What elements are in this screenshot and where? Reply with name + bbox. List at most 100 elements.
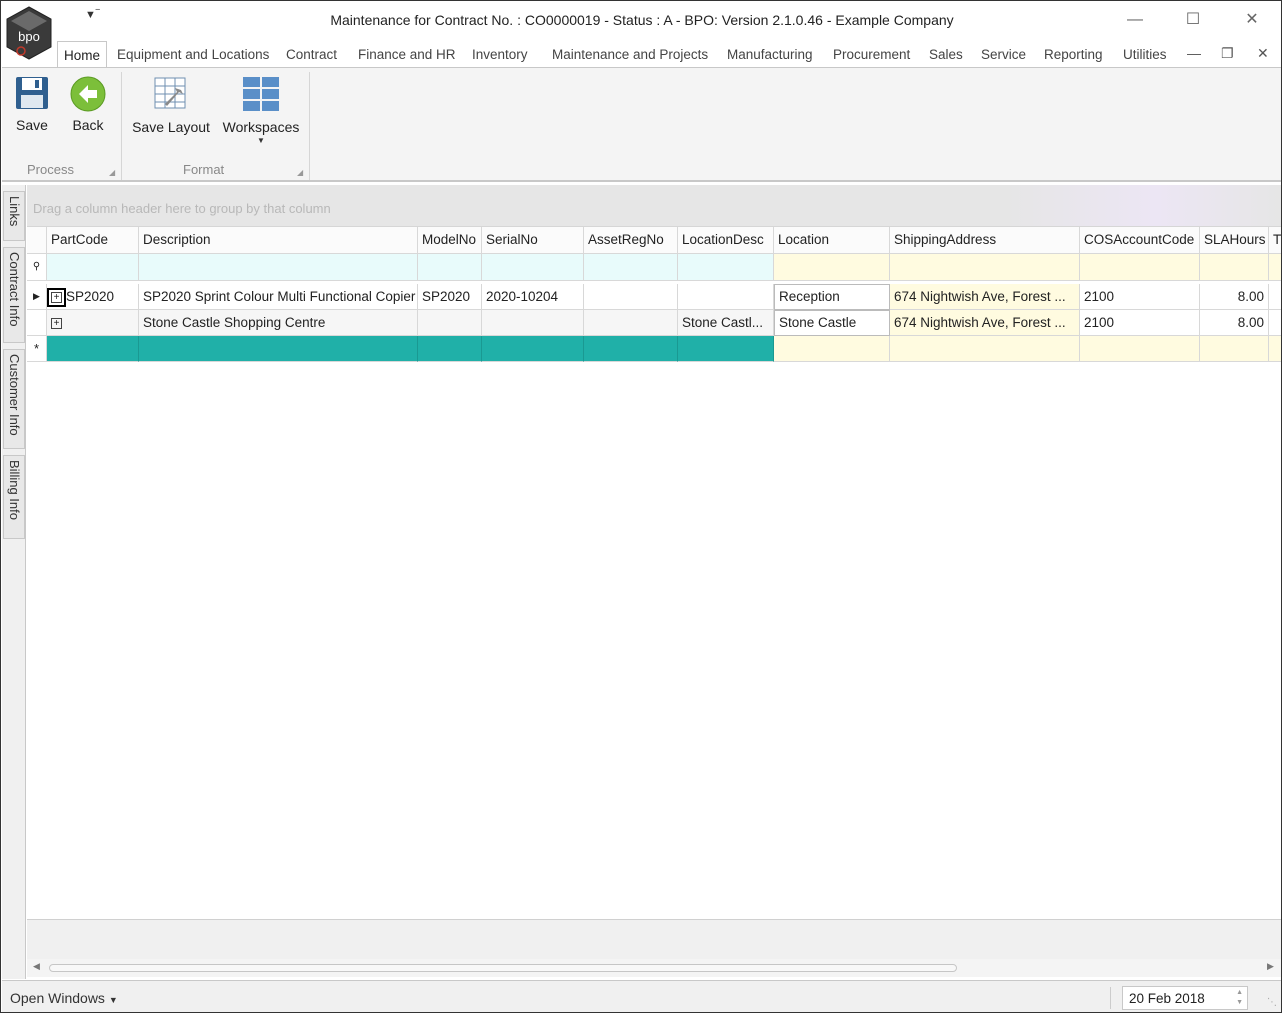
tab-utilities[interactable]: Utilities <box>1123 47 1167 62</box>
new-cell-serialno[interactable] <box>482 336 584 362</box>
workspaces-button[interactable]: Workspaces ▼ <box>222 76 300 145</box>
cell-truncated[interactable] <box>1269 284 1281 310</box>
filter-cell-locationdesc[interactable] <box>678 254 774 281</box>
cell-truncated[interactable] <box>1269 310 1281 336</box>
back-button[interactable]: Back <box>68 76 108 133</box>
filter-cell-assetregno[interactable] <box>584 254 678 281</box>
tab-sales[interactable]: Sales <box>929 47 963 62</box>
filter-cell-location[interactable] <box>774 254 890 281</box>
new-cell-truncated[interactable] <box>1269 336 1281 362</box>
column-header-shippingaddress[interactable]: ShippingAddress <box>890 227 1080 254</box>
scroll-left-icon[interactable]: ◀ <box>33 961 40 972</box>
filter-cell-modelno[interactable] <box>418 254 482 281</box>
minimize-icon[interactable]: — <box>1120 7 1150 33</box>
column-header-slahours[interactable]: SLAHours <box>1200 227 1269 254</box>
cell-cosaccountcode[interactable]: 2100 <box>1080 310 1200 336</box>
open-windows-dropdown-icon: ▼ <box>108 995 118 1005</box>
save-layout-button[interactable]: Save Layout <box>132 76 210 135</box>
new-cell-slahours[interactable] <box>1200 336 1269 362</box>
new-cell-modelno[interactable] <box>418 336 482 362</box>
cell-slahours[interactable]: 8.00 <box>1200 310 1269 336</box>
side-tab-billing-info[interactable]: Billing Info <box>3 455 25 539</box>
filter-cell-serialno[interactable] <box>482 254 584 281</box>
tab-manufacturing[interactable]: Manufacturing <box>727 47 813 62</box>
column-header-location[interactable]: Location <box>774 227 890 254</box>
expand-row-icon[interactable]: + <box>51 317 62 329</box>
filter-cell-shippingaddress[interactable] <box>890 254 1080 281</box>
tab-reporting[interactable]: Reporting <box>1044 47 1103 62</box>
cell-modelno[interactable]: SP2020 <box>418 284 482 310</box>
tab-contract[interactable]: Contract <box>286 47 337 62</box>
tab-maintenance-and-projects[interactable]: Maintenance and Projects <box>552 47 708 62</box>
side-tab-contract-info[interactable]: Contract Info <box>3 247 25 343</box>
cell-locationdesc[interactable] <box>678 284 774 310</box>
tab-equipment-and-locations[interactable]: Equipment and Locations <box>117 47 269 62</box>
format-group-launcher-icon[interactable]: ◢ <box>297 168 303 177</box>
column-header-description[interactable]: Description <box>139 227 418 254</box>
tab-finance-and-hr[interactable]: Finance and HR <box>358 47 456 62</box>
tab-inventory[interactable]: Inventory <box>472 47 528 62</box>
cell-partcode[interactable]: + SP2020 <box>47 284 139 310</box>
new-cell-description[interactable] <box>139 336 418 362</box>
column-header-assetregno[interactable]: AssetRegNo <box>584 227 678 254</box>
cell-cosaccountcode[interactable]: 2100 <box>1080 284 1200 310</box>
new-cell-locationdesc[interactable] <box>678 336 774 362</box>
tab-service[interactable]: Service <box>981 47 1026 62</box>
new-cell-location[interactable] <box>774 336 890 362</box>
date-field[interactable]: 20 Feb 2018 ▲ ▼ <box>1122 986 1248 1010</box>
cell-shippingaddress[interactable]: 674 Nightwish Ave, Forest ... <box>890 284 1080 310</box>
cell-description[interactable]: Stone Castle Shopping Centre <box>139 310 418 336</box>
date-spinner-icon[interactable]: ▲ ▼ <box>1236 988 1243 1008</box>
cell-serialno[interactable]: 2020-10204 <box>482 284 584 310</box>
filter-cell-cosaccountcode[interactable] <box>1080 254 1200 281</box>
table-row[interactable]: + Stone Castle Shopping Centre Stone Cas… <box>27 310 1281 336</box>
column-header-truncated[interactable]: T <box>1269 227 1281 254</box>
new-cell-partcode[interactable] <box>47 336 139 362</box>
mdi-minimize-icon[interactable]: — <box>1187 45 1201 61</box>
column-header-partcode[interactable]: PartCode <box>47 227 139 254</box>
cell-location[interactable]: Reception <box>774 284 890 310</box>
filter-icon: ⚲ <box>27 254 47 281</box>
cell-locationdesc[interactable]: Stone Castl... <box>678 310 774 336</box>
horizontal-scrollbar[interactable]: ◀ ▶ <box>27 959 1281 977</box>
expand-row-icon[interactable]: + <box>47 287 66 307</box>
filter-cell-slahours[interactable] <box>1200 254 1269 281</box>
new-item-row[interactable]: * <box>27 336 1281 362</box>
cell-shippingaddress[interactable]: 674 Nightwish Ave, Forest ... <box>890 310 1080 336</box>
scroll-right-icon[interactable]: ▶ <box>1267 961 1274 972</box>
grid-header-row: PartCode Description ModelNo SerialNo As… <box>27 227 1281 254</box>
column-header-locationdesc[interactable]: LocationDesc <box>678 227 774 254</box>
tab-home[interactable]: Home <box>57 41 108 68</box>
group-by-panel[interactable]: Drag a column header here to group by th… <box>27 185 1281 227</box>
save-button[interactable]: Save <box>12 76 52 133</box>
filter-cell-description[interactable] <box>139 254 418 281</box>
column-header-cosaccountcode[interactable]: COSAccountCode <box>1080 227 1200 254</box>
open-windows-button[interactable]: Open Windows ▼ <box>10 990 118 1006</box>
side-tab-links[interactable]: Links <box>3 191 25 241</box>
cell-modelno[interactable] <box>418 310 482 336</box>
cell-slahours[interactable]: 8.00 <box>1200 284 1269 310</box>
side-tab-customer-info[interactable]: Customer Info <box>3 349 25 449</box>
resize-grip-icon[interactable]: ⋱ <box>1267 997 1277 1008</box>
cell-serialno[interactable] <box>482 310 584 336</box>
new-cell-cosaccountcode[interactable] <box>1080 336 1200 362</box>
new-cell-assetregno[interactable] <box>584 336 678 362</box>
cell-assetregno[interactable] <box>584 284 678 310</box>
close-icon[interactable]: ✕ <box>1237 7 1267 33</box>
scrollbar-thumb[interactable] <box>49 964 957 972</box>
new-cell-shippingaddress[interactable] <box>890 336 1080 362</box>
table-row[interactable]: ▶ + SP2020 SP2020 Sprint Colour Multi Fun… <box>27 284 1281 310</box>
mdi-restore-icon[interactable]: ❐ <box>1221 45 1234 62</box>
mdi-close-icon[interactable]: ✕ <box>1257 45 1269 62</box>
cell-assetregno[interactable] <box>584 310 678 336</box>
cell-location[interactable]: Stone Castle <box>774 310 890 336</box>
column-header-serialno[interactable]: SerialNo <box>482 227 584 254</box>
column-header-modelno[interactable]: ModelNo <box>418 227 482 254</box>
maximize-icon[interactable]: ☐ <box>1178 7 1208 33</box>
cell-partcode[interactable]: + <box>47 310 139 336</box>
filter-cell-partcode[interactable] <box>47 254 139 281</box>
cell-description[interactable]: SP2020 Sprint Colour Multi Functional Co… <box>139 284 418 310</box>
tab-procurement[interactable]: Procurement <box>833 47 910 62</box>
filter-cell-truncated[interactable] <box>1269 254 1281 281</box>
process-group-launcher-icon[interactable]: ◢ <box>109 168 115 177</box>
